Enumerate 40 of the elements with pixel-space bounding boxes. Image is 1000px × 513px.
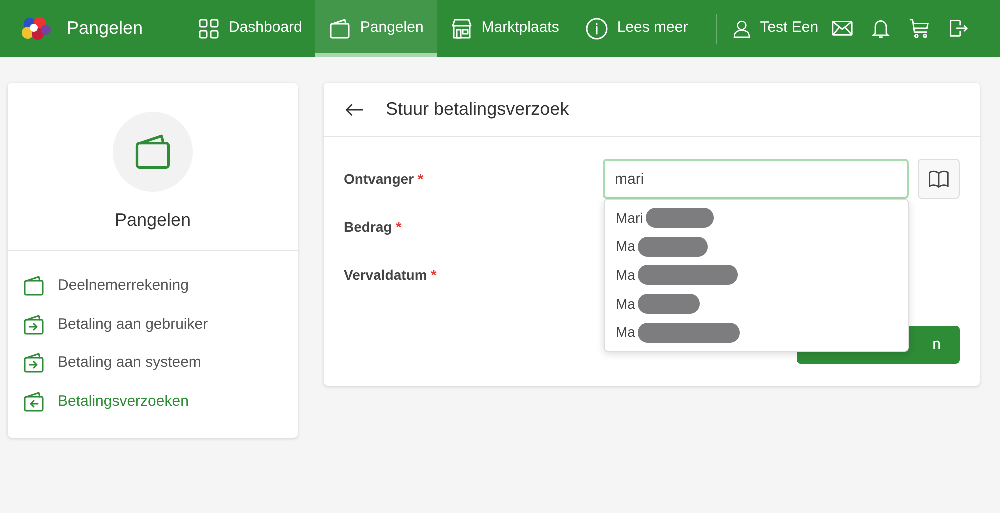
redaction-mark — [638, 236, 708, 257]
book-icon — [928, 168, 950, 190]
bell-icon[interactable] — [870, 18, 892, 40]
nav-link[interactable]: Dashboard — [184, 0, 316, 57]
field-label: Vervaldatum — [344, 266, 428, 284]
suggestion-item[interactable]: Ma — [616, 294, 636, 315]
suggestion-item[interactable]: Ma — [616, 236, 636, 258]
recipient-input[interactable]: mari — [603, 159, 909, 199]
suggestion-item[interactable]: Mari — [616, 208, 644, 229]
wallet-arrow-right-icon — [22, 312, 46, 337]
sidebar-item[interactable]: Betaling aan gebruiker — [8, 306, 298, 344]
redaction-mark — [638, 294, 700, 314]
user-menu[interactable]: Test Een — [732, 17, 819, 40]
suggestion-item[interactable]: Ma — [616, 322, 636, 344]
sidebar-item[interactable]: Deelnemerrekening — [8, 267, 298, 306]
address-book-button[interactable] — [918, 159, 960, 199]
suggestion-item[interactable]: Ma — [616, 264, 636, 286]
redaction-mark — [646, 208, 714, 228]
field-label: Ontvanger — [344, 170, 414, 189]
user-icon — [732, 18, 752, 38]
nav-link[interactable]: Marktplaats — [436, 0, 572, 57]
wallet-arrow-right-icon — [22, 351, 46, 376]
sidebar-item[interactable]: Betalingsverzoeken — [8, 382, 298, 421]
required-mark: * — [418, 170, 424, 188]
required-mark: * — [396, 218, 402, 236]
form-title: Stuur betalingsverzoek — [386, 98, 570, 121]
brand-name: Pangelen — [67, 17, 144, 40]
wallet-icon — [328, 16, 352, 40]
required-mark: * — [431, 266, 437, 284]
cart-icon[interactable] — [908, 17, 931, 40]
info-icon — [585, 16, 610, 40]
grid-icon — [197, 16, 221, 40]
wallet-arrow-left-icon — [22, 390, 46, 414]
sidebar-item[interactable]: Betaling aan systeem — [8, 344, 298, 382]
nav-link[interactable]: Pangelen — [315, 0, 437, 57]
storefront-icon — [450, 16, 474, 40]
wallet-icon — [22, 274, 46, 298]
nav-link[interactable]: Lees meer — [572, 0, 702, 57]
field-label: Bedrag — [344, 218, 392, 237]
sidebar-title: Pangelen — [114, 209, 192, 232]
